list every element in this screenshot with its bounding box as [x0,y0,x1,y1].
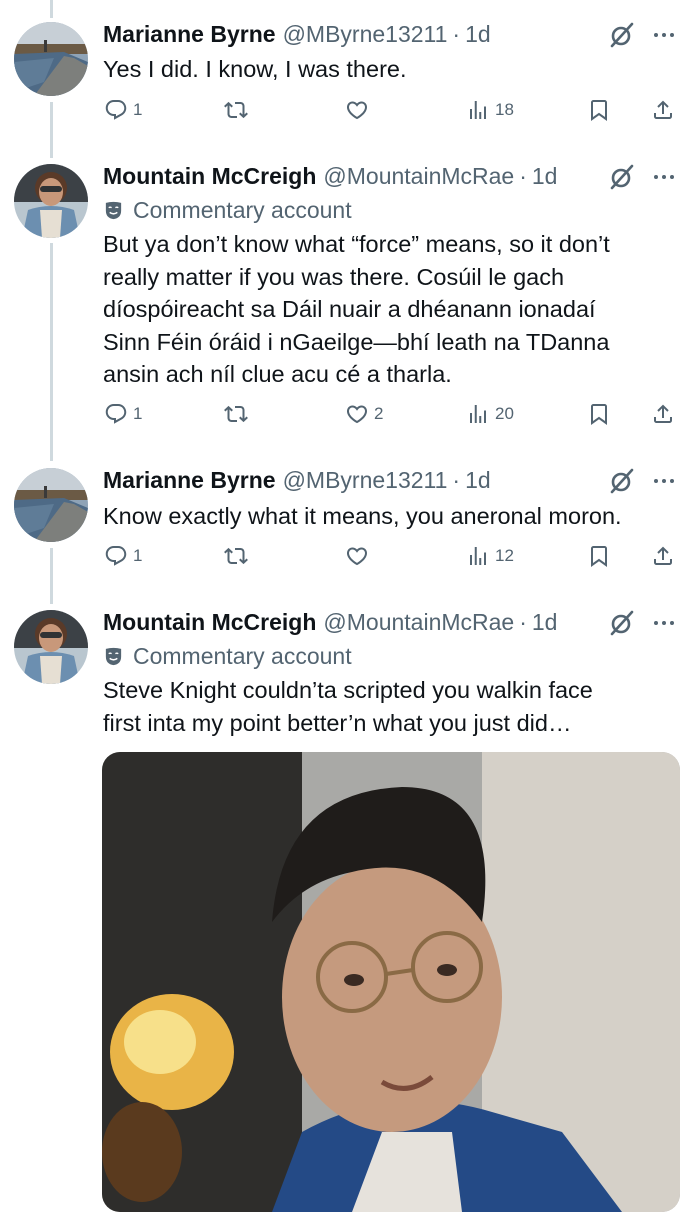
like-button[interactable]: 2 [345,402,383,426]
like-icon [345,544,369,568]
like-count: 2 [374,404,384,423]
views-button[interactable]: 20 [466,402,514,426]
bookmark-icon [587,98,611,122]
handle[interactable]: @MByrne13211 [283,21,448,48]
share-button[interactable] [651,544,675,568]
separator-dot: · [519,608,527,635]
thread-line [50,243,53,461]
avatar[interactable] [14,22,88,96]
avatar[interactable] [14,610,88,684]
separator-dot: · [519,162,527,189]
reply-button[interactable]: 1 [104,98,142,122]
reply-count: 1 [133,100,143,119]
views-icon [466,544,490,568]
tweet-header: Mountain McCreigh @MountainMcRae · 1d [103,161,557,191]
more-icon[interactable] [650,163,678,191]
commentary-label-text: Commentary account [133,196,352,223]
separator-dot: · [452,466,461,493]
handle[interactable]: @MountainMcRae [323,609,514,636]
retweet-icon [224,98,248,122]
tweet-media-image[interactable] [102,752,680,1212]
views-button[interactable]: 18 [466,98,514,122]
thread-line [50,0,53,18]
grok-icon[interactable] [608,163,636,191]
reply-icon [104,402,128,426]
bookmark-button[interactable] [587,402,611,426]
grok-icon[interactable] [608,609,636,637]
commentary-label: Commentary account [103,641,352,671]
timestamp[interactable]: 1d [532,609,558,636]
avatar[interactable] [14,468,88,542]
like-icon [345,98,369,122]
handle[interactable]: @MountainMcRae [323,163,514,190]
like-button[interactable] [345,544,369,568]
reply-icon [104,544,128,568]
views-icon [466,402,490,426]
timestamp[interactable]: 1d [532,163,558,190]
commentary-mask-icon [103,646,124,667]
reply-count: 1 [133,404,143,423]
timestamp[interactable]: 1d [465,21,491,48]
views-count: 20 [495,404,514,423]
bookmark-button[interactable] [587,544,611,568]
display-name[interactable]: Marianne Byrne [103,21,276,48]
reply-button[interactable]: 1 [104,544,142,568]
thread-line [50,548,53,604]
tweet-header: Marianne Byrne @MByrne13211 · 1d [103,19,491,49]
display-name[interactable]: Mountain McCreigh [103,609,316,636]
more-icon[interactable] [650,609,678,637]
bookmark-icon [587,544,611,568]
commentary-mask-icon [103,200,124,221]
views-button[interactable]: 12 [466,544,514,568]
grok-icon[interactable] [608,21,636,49]
share-button[interactable] [651,402,675,426]
tweet-header: Marianne Byrne @MByrne13211 · 1d [103,465,491,495]
grok-icon[interactable] [608,467,636,495]
views-count: 12 [495,546,514,565]
retweet-button[interactable] [224,544,248,568]
more-icon[interactable] [650,21,678,49]
like-button[interactable] [345,98,369,122]
share-icon [651,98,675,122]
share-icon [651,402,675,426]
share-button[interactable] [651,98,675,122]
display-name[interactable]: Mountain McCreigh [103,163,316,190]
separator-dot: · [452,20,461,47]
bookmark-button[interactable] [587,98,611,122]
retweet-icon [224,402,248,426]
bookmark-icon [587,402,611,426]
tweet-text: Steve Knight couldn’ta scripted you walk… [103,677,593,736]
retweet-button[interactable] [224,402,248,426]
tweet-header: Mountain McCreigh @MountainMcRae · 1d [103,607,557,637]
reply-button[interactable]: 1 [104,402,142,426]
reply-icon [104,98,128,122]
retweet-icon [224,544,248,568]
tweet-text: Know exactly what it means, you aneronal… [103,503,622,529]
reply-count: 1 [133,546,143,565]
tweet-text: Yes I did. I know, I was there. [103,56,407,82]
like-icon [345,402,369,426]
display-name[interactable]: Marianne Byrne [103,467,276,494]
avatar[interactable] [14,164,88,238]
thread-line [50,102,53,158]
share-icon [651,544,675,568]
timestamp[interactable]: 1d [465,467,491,494]
tweet-text: But ya don’t know what “force” means, so… [103,231,610,387]
commentary-label: Commentary account [103,195,352,225]
commentary-label-text: Commentary account [133,642,352,669]
views-count: 18 [495,100,514,119]
views-icon [466,98,490,122]
retweet-button[interactable] [224,98,248,122]
more-icon[interactable] [650,467,678,495]
handle[interactable]: @MByrne13211 [283,467,448,494]
